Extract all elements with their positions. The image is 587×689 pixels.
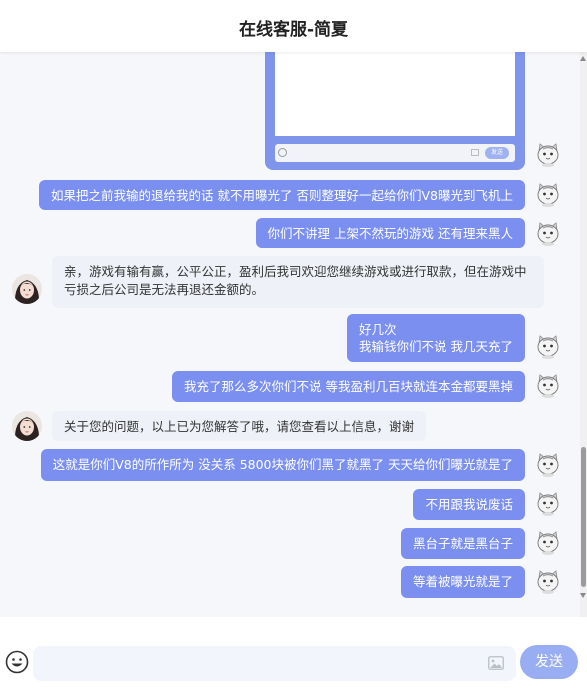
message-line: 好几次 (359, 322, 397, 337)
cat-avatar-icon (535, 181, 561, 207)
chat-header: 在线客服-简夏 (0, 0, 587, 52)
message-bubble-incoming: 亲，游戏有输有赢，公平公正，盈利后我司欢迎您继续游戏或进行取款，但在游戏中亏损之… (52, 256, 544, 308)
scroll-up-arrow-icon[interactable] (580, 56, 586, 61)
cat-avatar-icon (535, 529, 561, 555)
message-bubble-outgoing: 如果把之前我输的退给我的话 就不用曝光了 否则整理好一起给你们V8曝光到飞机上 (39, 180, 525, 210)
message-list[interactable]: 发送 如果把之前我输的退给我的话 就不用曝光了 否则整理好一起给你们V8曝光到飞… (0, 52, 580, 617)
screenshot-image-message[interactable]: 发送 (265, 52, 525, 170)
screenshot-send-button: 发送 (485, 147, 509, 159)
message-bubble-outgoing: 不用跟我说废话 (413, 489, 525, 520)
image-icon[interactable] (488, 656, 504, 670)
message-input[interactable] (33, 646, 516, 681)
smile-icon[interactable] (5, 650, 29, 674)
cat-avatar-icon (535, 372, 561, 398)
chat-scrollbar[interactable] (580, 52, 587, 617)
message-bubble-outgoing: 这就是你们V8的所作所为 没关系 5800块被你们黑了就黑了 天天给你们曝光就是… (40, 449, 525, 481)
agent-avatar-icon (12, 411, 42, 441)
cat-avatar-icon (535, 220, 561, 246)
message-bubble-outgoing: 黑台子就是黑台子 (400, 528, 525, 559)
page-title: 在线客服-简夏 (238, 20, 349, 40)
screenshot-smile-icon (278, 148, 287, 157)
cat-avatar-icon (535, 568, 561, 594)
screenshot-content (275, 52, 515, 136)
screenshot-input-bar: 发送 (275, 144, 515, 162)
message-bubble-outgoing: 好几次 我输钱你们不说 我几天充了 (347, 314, 525, 362)
cat-avatar-icon (535, 490, 561, 516)
cat-avatar-icon (535, 333, 561, 359)
send-button[interactable]: 发送 (520, 645, 578, 679)
message-bubble-outgoing: 等着被曝光就是了 (400, 566, 525, 598)
message-line: 我输钱你们不说 我几天充了 (359, 339, 513, 354)
scroll-down-arrow-icon[interactable] (580, 593, 586, 598)
scrollbar-thumb[interactable] (581, 447, 586, 587)
cat-avatar-icon (535, 451, 561, 477)
agent-avatar-icon (12, 274, 42, 304)
cat-avatar-icon (535, 141, 561, 167)
message-bubble-incoming: 关于您的问题，以上已为您解答了哦，请您查看以上信息，谢谢 (52, 411, 427, 441)
message-bubble-outgoing: 我充了那么多次你们不说 等我盈利几百块就连本金都要黑掉 (172, 371, 525, 402)
screenshot-image-icon (471, 149, 479, 156)
message-bubble-outgoing: 你们不讲理 上架不然玩的游戏 还有理来黑人 (255, 218, 525, 248)
